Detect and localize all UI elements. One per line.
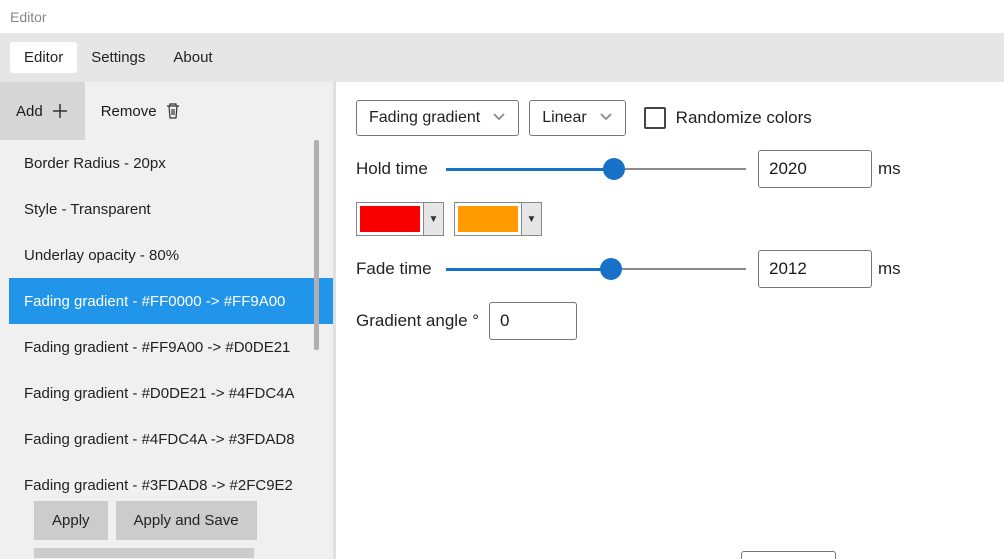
hold-time-slider[interactable] <box>446 157 746 181</box>
fade-time-unit: ms <box>878 259 901 279</box>
window-title: Editor <box>10 9 47 25</box>
tab-editor[interactable]: Editor <box>10 42 77 73</box>
hold-time-unit: ms <box>878 159 901 179</box>
color-2-dropdown[interactable]: ▼ <box>521 203 541 235</box>
plus-icon <box>51 102 69 120</box>
main-tab-bar: Editor Settings About <box>0 33 1004 82</box>
list-item[interactable]: Fading gradient - #3FDAD8 -> #2FC9E2 <box>9 462 333 495</box>
list-item[interactable]: Fading gradient - #4FDC4A -> #3FDAD8 <box>9 416 333 462</box>
color-1-dropdown[interactable]: ▼ <box>423 203 443 235</box>
list-item-label: Fading gradient - #3FDAD8 -> #2FC9E2 <box>24 477 293 494</box>
color-1-swatch[interactable] <box>357 203 423 235</box>
fade-time-slider[interactable] <box>446 257 746 281</box>
fade-time-label: Fade time <box>356 259 446 279</box>
list-item[interactable]: Underlay opacity - 80% <box>9 232 333 278</box>
remove-button[interactable]: Remove <box>85 82 197 140</box>
mode-select-value: Linear <box>542 109 586 127</box>
gradient-angle-input[interactable]: 0 <box>489 302 577 340</box>
partial-input[interactable] <box>741 551 836 559</box>
randomize-colors-label: Randomize colors <box>676 108 812 128</box>
effect-select[interactable]: Fading gradient <box>356 100 519 136</box>
list-item[interactable]: Style - Transparent <box>9 186 333 232</box>
hold-time-label: Hold time <box>356 159 446 179</box>
chevron-down-icon <box>599 109 613 127</box>
tab-settings[interactable]: Settings <box>77 42 159 73</box>
apply-save-button[interactable]: Apply and Save <box>116 501 257 540</box>
fade-time-input[interactable]: 2012 <box>758 250 872 288</box>
list-item[interactable]: Fading gradient - #D0DE21 -> #4FDC4A <box>9 370 333 416</box>
gradient-angle-label: Gradient angle ° <box>356 311 479 331</box>
hold-time-input[interactable]: 2020 <box>758 150 872 188</box>
chevron-down-icon <box>492 109 506 127</box>
effect-select-value: Fading gradient <box>369 109 480 127</box>
list-item[interactable]: Fading gradient - #FF0000 -> #FF9A00 <box>9 278 333 324</box>
scrollbar-thumb[interactable] <box>314 140 319 350</box>
apply-button[interactable]: Apply <box>34 501 108 540</box>
editor-panel: Fading gradient Linear Randomize colors … <box>333 82 1004 559</box>
list-item-label: Border Radius - 20px <box>24 155 166 172</box>
window-titlebar: Editor <box>0 0 1004 33</box>
list-item-label: Style - Transparent <box>24 201 151 218</box>
mode-select[interactable]: Linear <box>529 100 625 136</box>
slider-thumb[interactable] <box>600 258 622 280</box>
sidebar: Add Remove Border Radius - 20px Style - T… <box>0 82 333 559</box>
add-button[interactable]: Add <box>0 82 85 140</box>
slider-thumb[interactable] <box>603 158 625 180</box>
list-item-label: Underlay opacity - 80% <box>24 247 179 264</box>
add-button-label: Add <box>16 103 43 120</box>
tab-about[interactable]: About <box>159 42 226 73</box>
list-item-label: Fading gradient - #FF0000 -> #FF9A00 <box>24 293 285 310</box>
color-2-swatch[interactable] <box>455 203 521 235</box>
list-item[interactable]: Fading gradient - #FF9A00 -> #D0DE21 <box>9 324 333 370</box>
remove-button-label: Remove <box>101 103 157 120</box>
list-item-label: Fading gradient - #D0DE21 -> #4FDC4A <box>24 385 295 402</box>
extra-button[interactable] <box>34 548 254 558</box>
list-item-label: Fading gradient - #FF9A00 -> #D0DE21 <box>24 339 290 356</box>
list-item-label: Fading gradient - #4FDC4A -> #3FDAD8 <box>24 431 295 448</box>
randomize-colors-checkbox[interactable] <box>644 107 666 129</box>
effects-list: Border Radius - 20px Style - Transparent U… <box>0 140 333 495</box>
trash-icon <box>165 102 181 120</box>
list-item[interactable]: Border Radius - 20px <box>9 140 333 186</box>
